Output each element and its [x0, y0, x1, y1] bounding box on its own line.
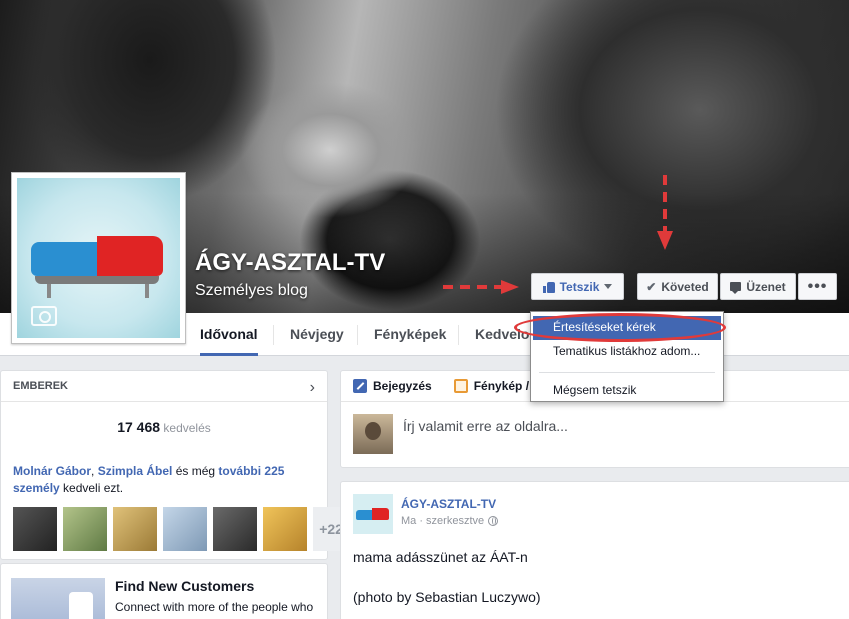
- separator: ,: [91, 464, 98, 478]
- post-author[interactable]: ÁGY-ASZTAL-TV: [401, 497, 496, 511]
- composer-tab-post[interactable]: Bejegyzés: [353, 379, 432, 393]
- check-icon: ✔: [646, 279, 657, 294]
- and-text: és még: [172, 464, 219, 478]
- likes-summary: 17 468 kedvelés: [1, 419, 327, 435]
- post-timestamp[interactable]: Ma · szerkesztve: [401, 515, 484, 527]
- tab-about[interactable]: Névjegy: [290, 313, 344, 356]
- composer-tab-photo[interactable]: Fénykép /: [453, 379, 530, 393]
- camera-icon[interactable]: [31, 306, 57, 326]
- profile-image: [17, 178, 180, 338]
- annotation-highlight-ring: [514, 313, 726, 342]
- follow-label: Követed: [661, 279, 709, 294]
- post-text: mama adásszünet az ÁAT-n: [353, 549, 528, 565]
- friends-like-text: Molnár Gábor, Szimpla Ábel és még tovább…: [13, 463, 313, 497]
- chevron-down-icon: [604, 284, 613, 289]
- friend-avatar[interactable]: [213, 507, 257, 551]
- friend-avatar[interactable]: [113, 507, 157, 551]
- post-meta: Ma · szerkesztve: [401, 515, 499, 527]
- likes-suffix: kedveli ezt.: [59, 481, 124, 495]
- menu-divider: [539, 372, 715, 373]
- sofa-base: [35, 276, 159, 284]
- friend-avatar[interactable]: [263, 507, 307, 551]
- post-card: ÁGY-ASZTAL-TV Ma · szerkesztve mama adás…: [340, 481, 849, 619]
- annotation-arrow-right: [443, 280, 519, 294]
- like-button[interactable]: Tetszik: [531, 273, 624, 300]
- message-label: Üzenet: [746, 279, 786, 294]
- sofa-leg: [145, 284, 149, 298]
- annotation-arrow-down: [657, 175, 673, 250]
- friend-avatar[interactable]: [63, 507, 107, 551]
- menu-item-unlike[interactable]: Mégsem tetszik: [531, 379, 723, 403]
- tab-divider: [357, 325, 358, 345]
- thumbs-up-icon: [542, 281, 555, 293]
- more-icon: •••: [807, 277, 828, 295]
- friend-avatar[interactable]: [13, 507, 57, 551]
- tab-timeline[interactable]: Idővonal: [200, 313, 258, 356]
- friend-link[interactable]: Szimpla Ábel: [98, 464, 173, 478]
- menu-item-add-to-interest-lists[interactable]: Tematikus listákhoz adom...: [531, 340, 723, 364]
- composer-tab-photo-label: Fénykép /: [473, 379, 530, 393]
- friend-link[interactable]: Molnár Gábor: [13, 464, 91, 478]
- friend-avatars: +222: [13, 507, 357, 551]
- composer-tab-post-label: Bejegyzés: [373, 379, 432, 393]
- ad-image[interactable]: [11, 578, 105, 619]
- post-author-avatar[interactable]: [353, 494, 393, 534]
- people-card: EMBEREK › 17 468 kedvelés Molnár Gábor, …: [0, 370, 357, 560]
- pencil-icon: [353, 379, 367, 393]
- tab-divider: [458, 325, 459, 345]
- people-header[interactable]: EMBEREK: [1, 371, 327, 402]
- sofa-blue-cushion: [31, 242, 97, 276]
- more-options-button[interactable]: •••: [798, 273, 837, 300]
- ad-title[interactable]: Find New Customers: [115, 578, 254, 594]
- likes-count: 17 468: [117, 419, 161, 435]
- profile-picture[interactable]: [11, 172, 186, 344]
- photo-icon: [453, 379, 468, 393]
- friend-avatar[interactable]: [163, 507, 207, 551]
- composer-input[interactable]: Írj valamit erre az oldalra...: [403, 418, 568, 434]
- follow-button[interactable]: ✔ Követed: [637, 273, 718, 300]
- tab-divider: [273, 325, 274, 345]
- composer-avatar: [353, 414, 393, 454]
- tab-photos[interactable]: Fényképek: [374, 313, 446, 356]
- likes-word: kedvelés: [163, 421, 211, 435]
- sofa-red-cushion: [97, 236, 163, 276]
- chevron-right-icon[interactable]: ›: [310, 379, 315, 397]
- post-text: (photo by Sebastian Luczywo): [353, 589, 541, 605]
- ad-card[interactable]: Find New Customers Connect with more of …: [0, 563, 328, 619]
- globe-icon: [488, 516, 499, 526]
- sofa-leg: [47, 284, 51, 298]
- like-label: Tetszik: [559, 279, 600, 294]
- page-title[interactable]: ÁGY-ASZTAL-TV: [195, 249, 385, 277]
- message-icon: [730, 282, 742, 294]
- message-button[interactable]: Üzenet: [720, 273, 796, 300]
- page-category[interactable]: Személyes blog: [195, 282, 308, 300]
- ad-description: Connect with more of the people who matt…: [115, 600, 314, 619]
